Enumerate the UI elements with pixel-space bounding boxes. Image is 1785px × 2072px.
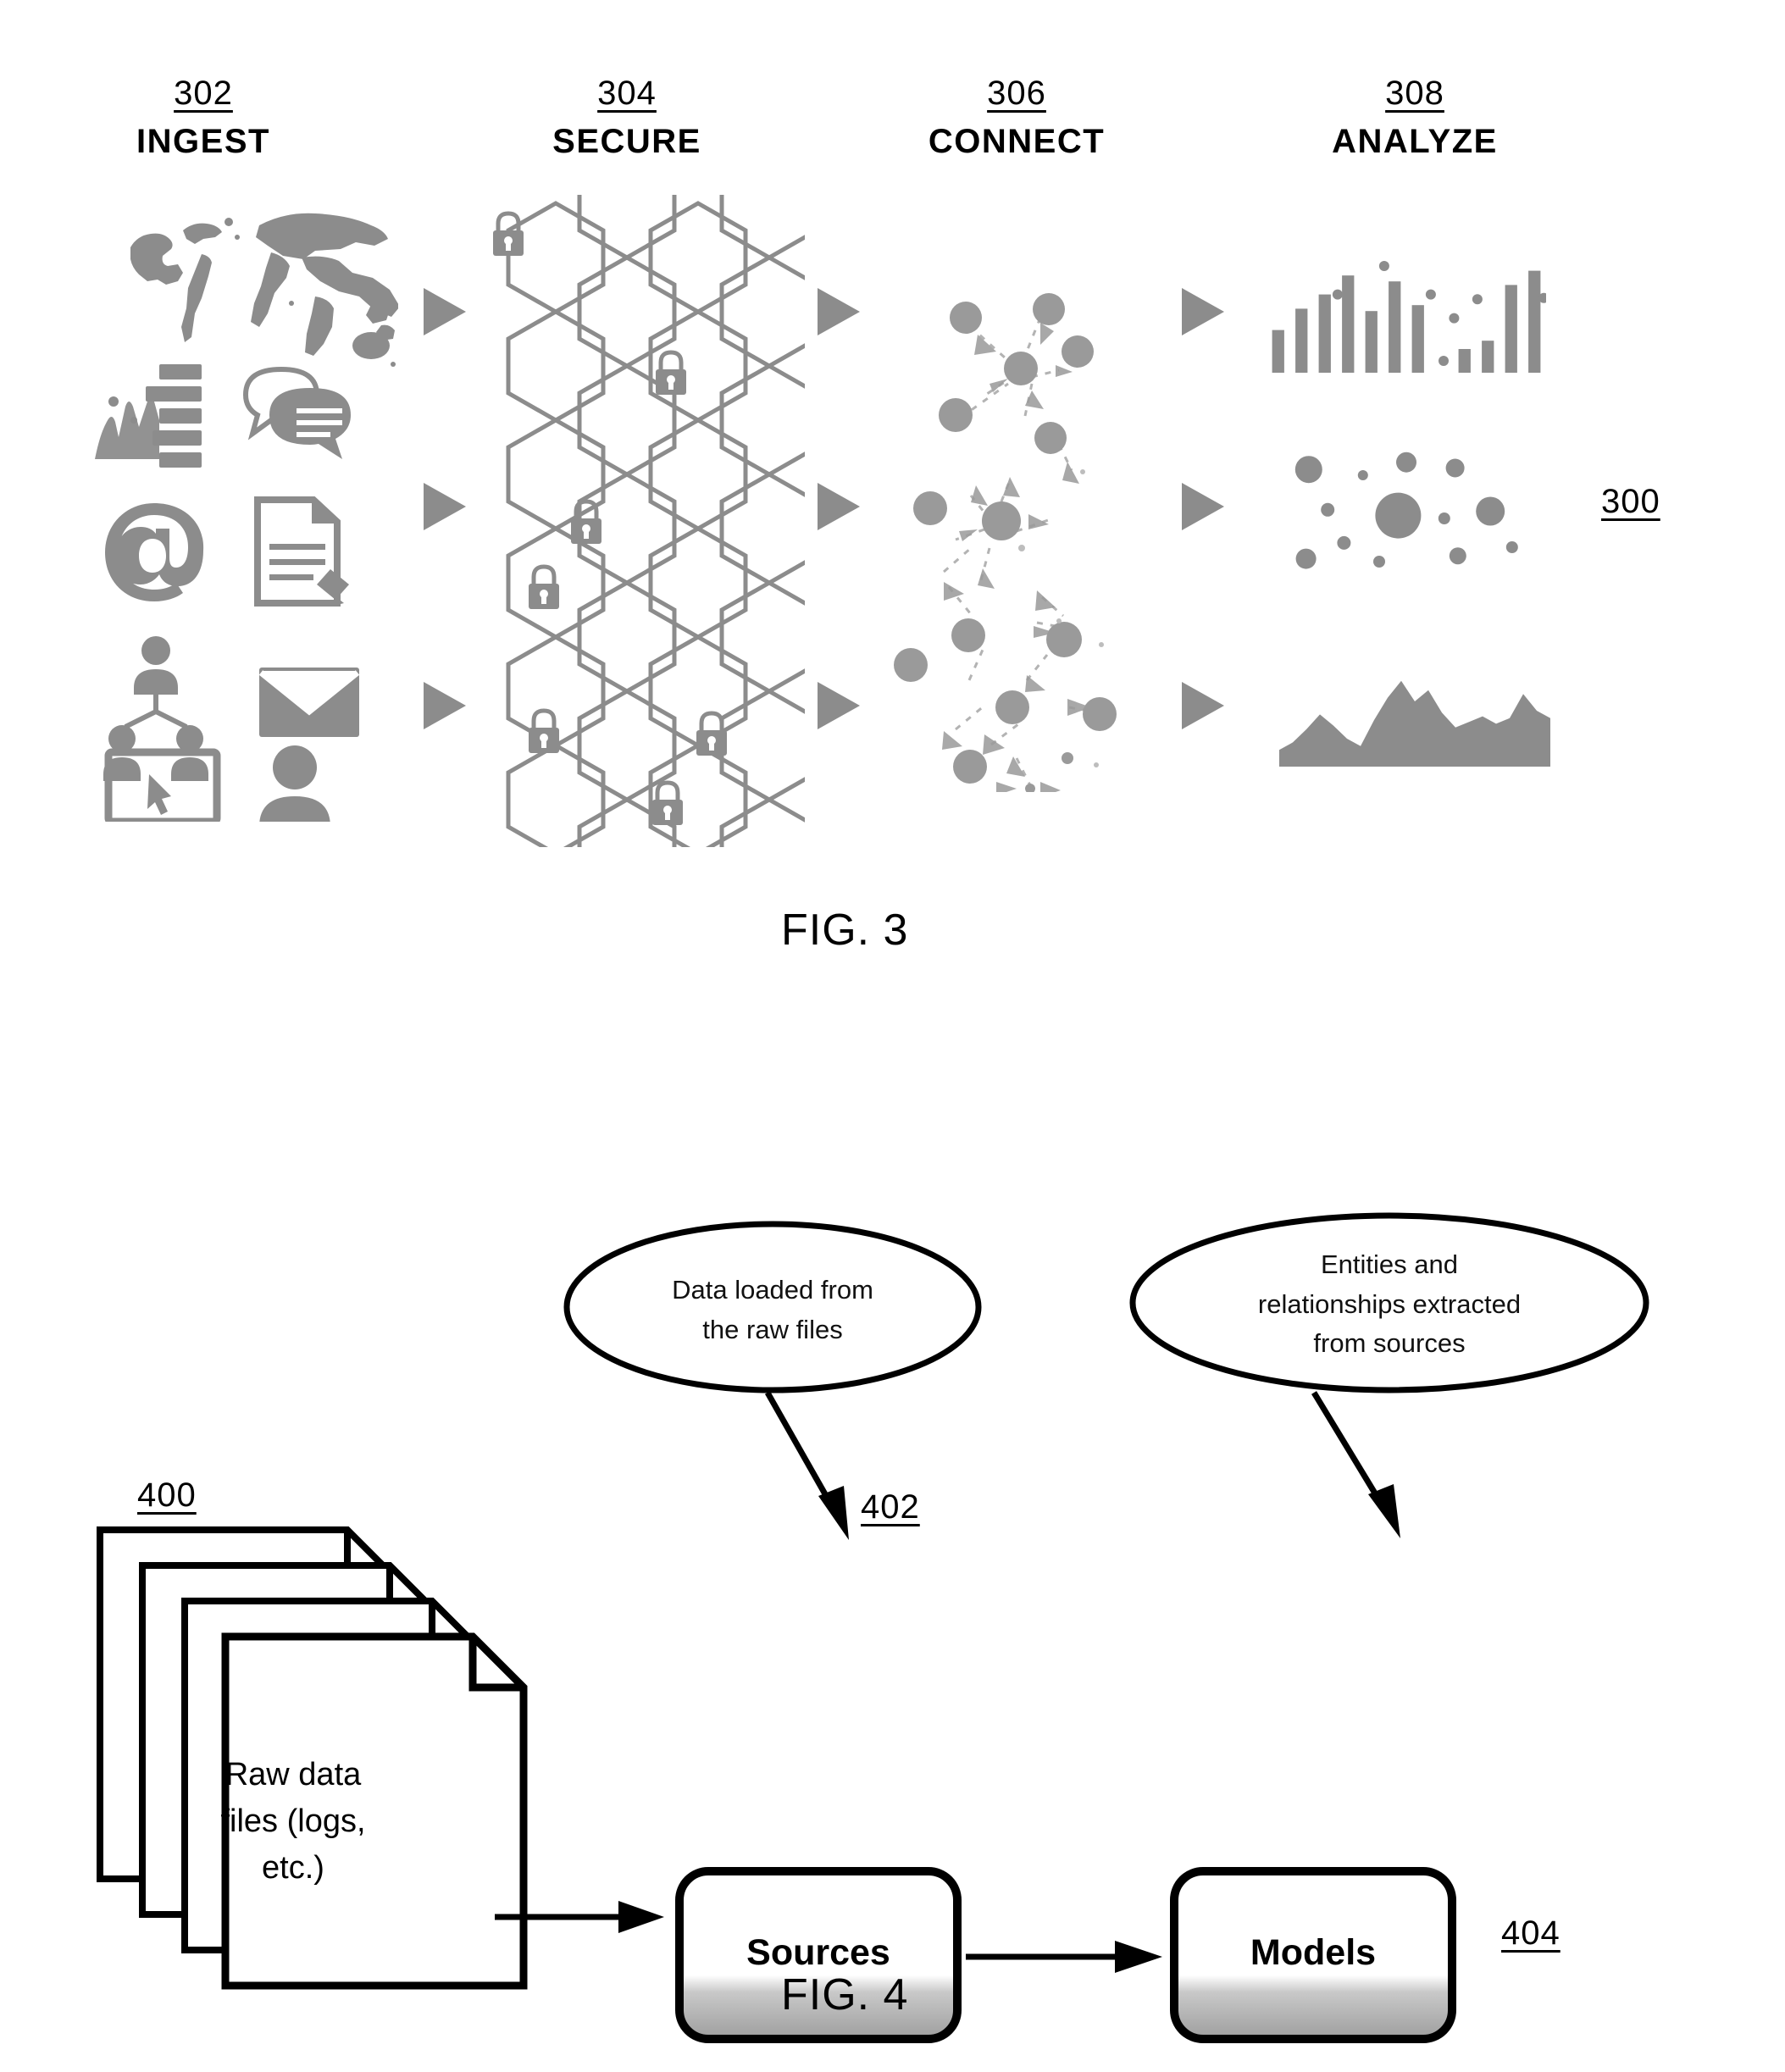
ref-number-400: 400: [137, 1476, 197, 1514]
document-icon: [254, 496, 349, 607]
arrow-ingest-to-secure-1: [424, 288, 466, 335]
arrow-files-to-sources: [495, 1901, 664, 1933]
stage-label-analyze: ANALYZE: [1332, 123, 1498, 160]
analyze-bubble-chart: [1294, 452, 1518, 569]
node-sources-label: Sources: [746, 1932, 890, 1973]
world-map-icon: [130, 213, 398, 367]
padlock-icon: [529, 708, 559, 753]
figure-4-caption: FIG. 4: [781, 1970, 909, 2019]
figure-3: 302 INGEST 304 SECURE 306 CONNECT 308 AN…: [0, 0, 1785, 1000]
stage-label-ingest: INGEST: [136, 123, 270, 160]
callout-entities-relationships: Entities and relationships extracted fro…: [1127, 1210, 1652, 1396]
arrow-sources-to-models: [966, 1941, 1162, 1973]
patent-figure-page: 302 INGEST 304 SECURE 306 CONNECT 308 AN…: [0, 0, 1785, 2072]
callout-text-data-loaded: Data loaded from the raw files: [672, 1275, 873, 1344]
arrow-ingest-to-secure-3: [424, 682, 466, 729]
arrow-callout-to-sources: [764, 1391, 849, 1540]
ingest-icon-group: [95, 213, 398, 822]
figure-4: Data loaded from the raw files Entities …: [0, 1144, 1785, 2072]
padlock-icon: [696, 711, 727, 756]
at-sign-icon: [105, 503, 204, 601]
stage-header-ingest: 302 INGEST: [102, 75, 305, 161]
arrow-connect-to-analyze-3: [1182, 682, 1224, 729]
stage-header-secure: 304 SECURE: [525, 75, 729, 161]
ref-number-306: 306: [987, 75, 1046, 112]
callout-text-entities-relationships: Entities and relationships extracted fro…: [1257, 1249, 1522, 1358]
stage-header-analyze: 308 ANALYZE: [1305, 75, 1525, 161]
arrow-callout-to-models: [1311, 1391, 1400, 1538]
padlock-icon: [571, 499, 601, 544]
stage-header-connect: 306 CONNECT: [906, 75, 1127, 161]
arrow-secure-to-connect-1: [818, 288, 860, 335]
node-models-label: Models: [1250, 1932, 1377, 1973]
arrow-ingest-to-secure-2: [424, 483, 466, 530]
analyze-area-chart: [1279, 680, 1550, 767]
network-graph: [894, 293, 1117, 792]
org-chart-icon: [103, 636, 208, 781]
padlock-icon: [529, 564, 559, 609]
padlock-icon: [652, 780, 683, 825]
ref-number-300: 300: [1601, 483, 1660, 520]
arrow-connect-to-analyze-2: [1182, 483, 1224, 530]
person-icon: [259, 745, 330, 822]
node-models[interactable]: Models: [1169, 1866, 1457, 2044]
ref-number-304: 304: [597, 75, 657, 112]
analyze-bar-chart: [1272, 261, 1546, 373]
stage-label-connect: CONNECT: [928, 123, 1106, 160]
padlock-icon: [493, 211, 524, 256]
stage-label-secure: SECURE: [552, 123, 701, 160]
ref-number-404: 404: [1501, 1914, 1560, 1952]
envelope-icon: [258, 668, 360, 737]
ref-number-302: 302: [174, 75, 233, 112]
arrow-secure-to-connect-3: [818, 682, 860, 729]
speech-bubbles-icon: [242, 366, 351, 459]
raw-data-files-label: Raw data files (logs, etc.): [220, 1757, 366, 1886]
figure-3-caption: FIG. 3: [781, 906, 909, 955]
arrow-connect-to-analyze-1: [1182, 288, 1224, 335]
bar-data-icon: [95, 364, 202, 468]
padlock-icon: [656, 350, 686, 395]
arrow-secure-to-connect-2: [818, 483, 860, 530]
ref-number-308: 308: [1385, 75, 1444, 112]
callout-data-loaded: Data loaded from the raw files: [561, 1218, 984, 1396]
ref-number-402: 402: [861, 1488, 920, 1526]
